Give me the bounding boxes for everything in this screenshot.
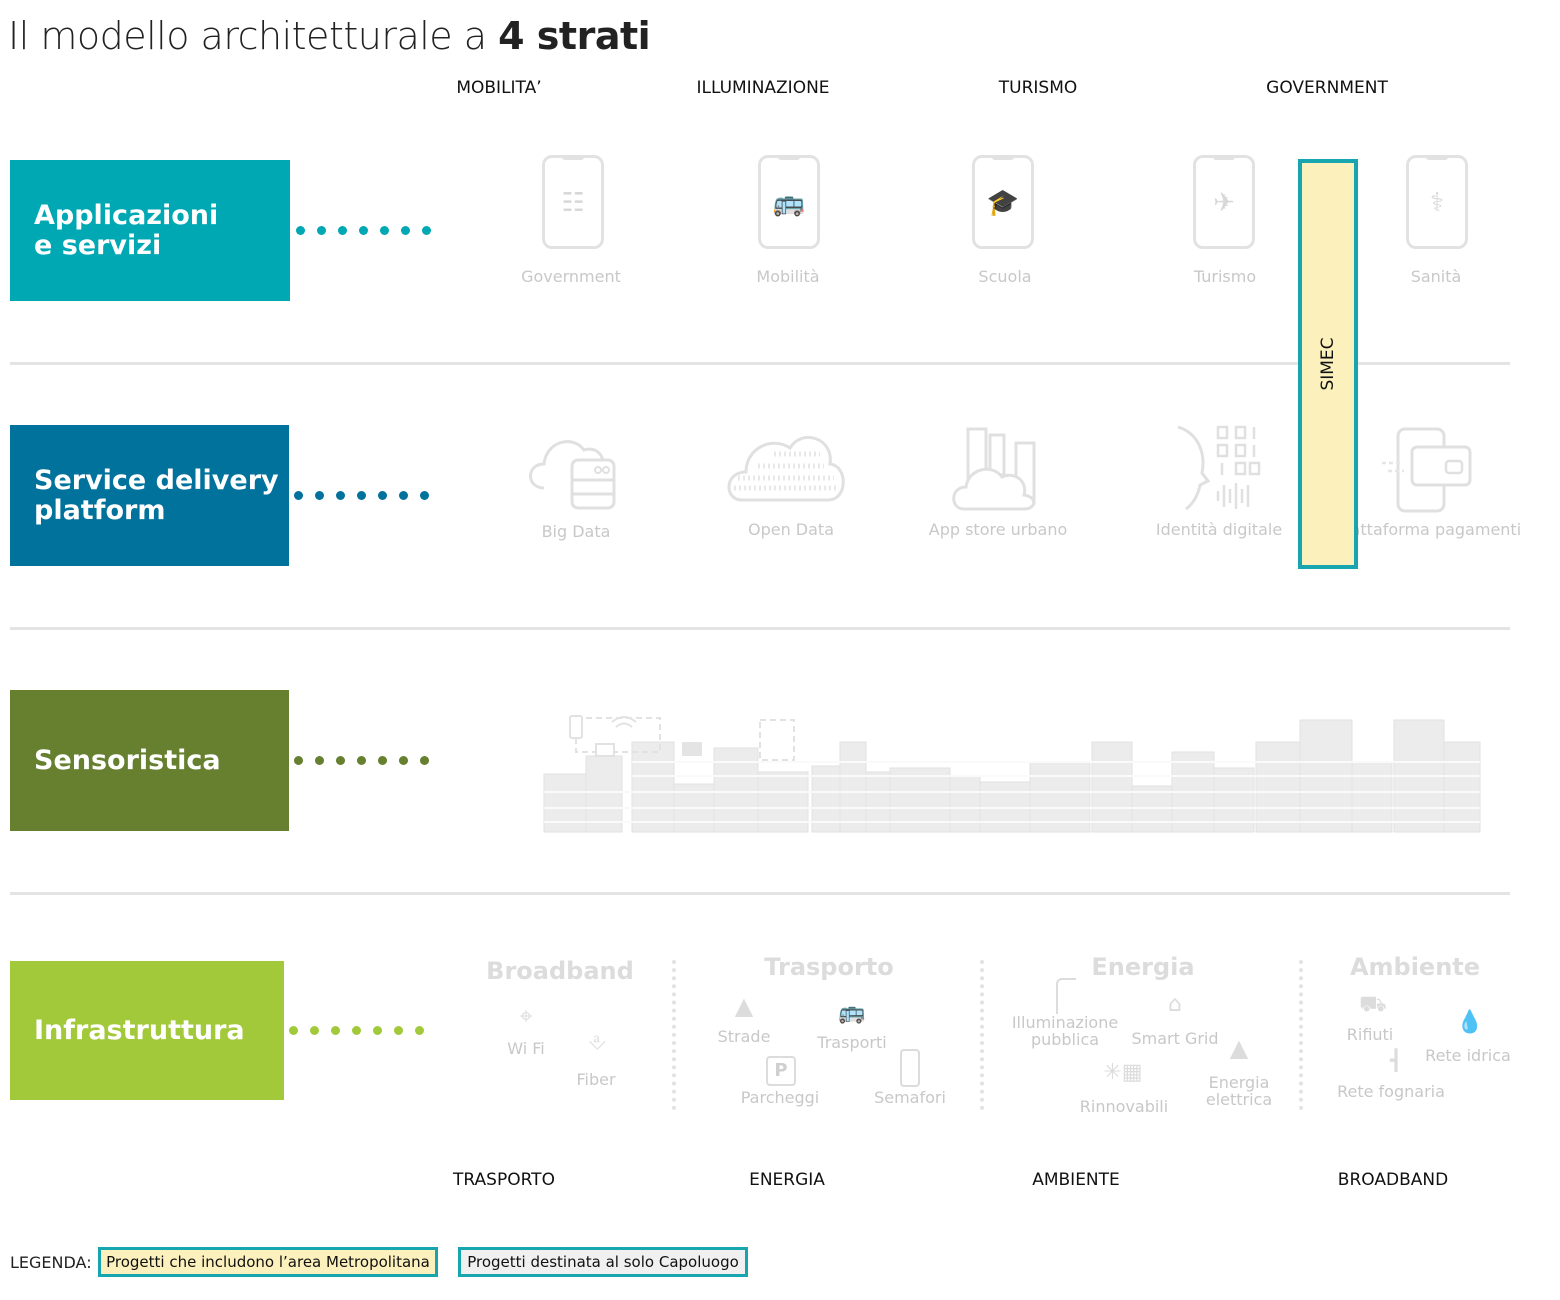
infra-divider [980, 960, 984, 1110]
parking-icon: P [766, 1056, 796, 1086]
wifi-icon: ⌖ [519, 1002, 533, 1030]
connector-dots [294, 756, 429, 765]
layer-label: Service delivery [34, 464, 279, 496]
connector-dots [294, 491, 429, 500]
app-label-government: Government [521, 267, 621, 286]
layer-label: e servizi [34, 229, 162, 261]
bottom-label-ambiente: AMBIENTE [1032, 1170, 1120, 1190]
infra-divider [672, 960, 676, 1110]
infra-item-rete-fognaria: Rete fognaria [1337, 1082, 1445, 1101]
platform-label-open-data: Open Data [747, 520, 835, 539]
power-tower-icon: ▲ [1229, 1034, 1249, 1062]
infra-item-illuminazione-2: pubblica [1030, 1030, 1100, 1049]
infra-title-trasporto: Trasporto [764, 953, 894, 981]
layer-label: Sensoristica [34, 744, 221, 776]
layer-sensoristica: Sensoristica [10, 690, 289, 831]
infra-item-trasporti: Trasporti [817, 1033, 887, 1052]
city-skyline-icon [543, 715, 1481, 833]
platform-label-piattaforma-pagamenti: Piattaforma pagamenti [1336, 520, 1522, 539]
column-label-turismo: TURISMO [998, 78, 1078, 98]
title-main: Il modello architetturale a [8, 14, 499, 58]
garbage-truck-icon: ⛟ [1359, 992, 1387, 1017]
bottom-label-broadband: BROADBAND [1337, 1170, 1449, 1190]
infra-item-smart-grid: Smart Grid [1131, 1029, 1219, 1048]
infra-divider [1299, 960, 1303, 1110]
page-title: Il modello architetturale a 4 strati [8, 14, 651, 58]
payment-icon [1382, 427, 1472, 513]
cloud-database-icon [529, 440, 616, 510]
infra-item-strade: Strade [717, 1027, 771, 1046]
legend-item-capoluogo: Progetti destinata al solo Capoluogo [458, 1247, 748, 1277]
app-label-turismo: Turismo [1193, 267, 1257, 286]
infra-item-rifiuti: Rifiuti [1346, 1025, 1394, 1044]
infra-title-energia: Energia [1091, 953, 1195, 981]
infra-title-ambiente: Ambiente [1349, 953, 1481, 981]
infra-item-parcheggi: Parcheggi [740, 1088, 820, 1107]
road-icon: ▲ [734, 992, 754, 1020]
connector-dots [296, 226, 431, 235]
airplane-icon: ✈ [1193, 155, 1255, 249]
simec-project-bar: SIMEC [1298, 159, 1358, 569]
infra-item-semafori: Semafori [874, 1088, 946, 1107]
bus-icon: 🚌 [758, 155, 820, 249]
school-icon: 🎓 [972, 155, 1034, 249]
app-label-mobilita: Mobilità [756, 267, 820, 286]
title-bold: 4 strati [498, 14, 651, 58]
infra-item-fiber: Fiber [576, 1070, 616, 1089]
infra-item-illuminazione: Illuminazione [1011, 1013, 1119, 1032]
digital-identity-icon [1177, 425, 1261, 511]
platform-label-big-data: Big Data [541, 522, 611, 541]
caduceus-icon: ⚕ [1406, 155, 1468, 249]
traffic-light-icon [900, 1049, 920, 1087]
bottom-label-trasporto: TRASPORTO [453, 1170, 555, 1190]
smart-grid-icon: ⌂ [1168, 992, 1182, 1017]
platform-label-app-store-urbano: App store urbano [928, 520, 1068, 539]
legend-item-text: Progetti che includono l’area Metropolit… [106, 1253, 430, 1271]
sewer-pipe-icon: ┫ [1389, 1048, 1403, 1072]
columns-icon: ☷ [542, 155, 604, 249]
column-label-government: GOVERNMENT [1266, 78, 1388, 98]
infra-item-rete-idrica: Rete idrica [1425, 1046, 1511, 1065]
infra-item-energia-elettrica: Energia [1208, 1073, 1270, 1092]
column-label-mobilita: MOBILITA’ [456, 78, 542, 98]
platform-label-identita-digitale: Identità digitale [1155, 520, 1283, 539]
infra-title-broadband: Broadband [486, 957, 634, 985]
renewables-icon: ✳▦ [1103, 1060, 1143, 1085]
legend-item-metropolitana: Progetti che includono l’area Metropolit… [98, 1247, 438, 1277]
transport-icon: 🚌 [838, 1000, 866, 1025]
infra-item-energia-elettrica-2: elettrica [1205, 1090, 1273, 1109]
infra-item-wifi: Wi Fi [507, 1039, 545, 1058]
layer-label: platform [34, 494, 166, 526]
layer-separator [10, 627, 1510, 630]
street-light-icon [1056, 978, 1076, 1014]
layer-infrastruttura: Infrastruttura [10, 961, 284, 1100]
city-cloud-icon [952, 427, 1036, 511]
fiber-icon: ⎀ [588, 1030, 606, 1055]
layer-separator [10, 892, 1510, 895]
layer-label: Infrastruttura [34, 1014, 245, 1046]
layer-separator [10, 362, 1510, 365]
layer-label: Applicazioni [34, 199, 219, 231]
water-tap-icon: 💧 [1456, 1010, 1484, 1035]
binary-cloud-icon [727, 436, 845, 502]
connector-dots [289, 1026, 424, 1035]
layer-service-delivery-platform: Service delivery platform [10, 425, 289, 566]
infra-item-rinnovabili: Rinnovabili [1079, 1097, 1169, 1116]
layer-applicazioni-e-servizi: Applicazioni e servizi [10, 160, 290, 301]
simec-label: SIMEC [1318, 337, 1338, 391]
app-label-sanita: Sanità [1410, 267, 1462, 286]
bottom-label-energia: ENERGIA [749, 1170, 825, 1190]
legend-label: LEGENDA: [10, 1253, 92, 1272]
app-label-scuola: Scuola [978, 267, 1032, 286]
legend-item-text: Progetti destinata al solo Capoluogo [467, 1253, 739, 1271]
column-label-illuminazione: ILLUMINAZIONE [696, 78, 830, 98]
